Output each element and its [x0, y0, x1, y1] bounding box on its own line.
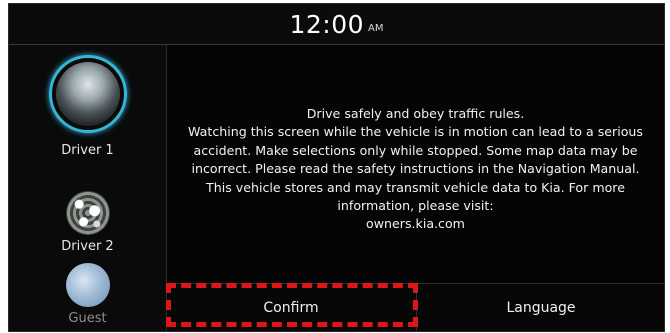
profile-label: Guest [68, 311, 107, 326]
message-line: incorrect. Please read the safety instru… [191, 161, 640, 177]
confirm-button[interactable]: Confirm [167, 284, 415, 331]
clock-ampm: AM [368, 22, 384, 34]
message-link: owners.kia.com [366, 216, 465, 232]
message-line: Drive safely and obey traffic rules. [306, 106, 525, 121]
avatar-driver-2 [65, 191, 110, 235]
profile-driver-1[interactable]: Driver 1 [9, 55, 166, 158]
active-profile-ring [48, 55, 127, 133]
message-line: information, please visit: [337, 198, 494, 214]
action-bar: Confirm Language [167, 283, 664, 331]
message-line: accident. Make selections only while sto… [193, 142, 638, 158]
profile-sidebar: Driver 1 Driver 2 Guest [9, 45, 167, 331]
infotainment-screen: 12:00 AM Driver 1 Driver 2 Guest Drive s… [8, 3, 665, 332]
profile-driver-2[interactable]: Driver 2 [9, 191, 166, 254]
message-line: This vehicle stores and may transmit veh… [206, 179, 625, 195]
message-line: Watching this screen while the vehicle i… [188, 124, 643, 140]
safety-message: Drive safely and obey traffic rules. Wat… [167, 105, 664, 234]
profile-guest[interactable]: Guest [9, 263, 166, 326]
clock-time: 12:00 [289, 9, 365, 39]
main-content: Drive safely and obey traffic rules. Wat… [167, 45, 664, 331]
profile-label: Driver 1 [61, 143, 114, 158]
profile-label: Driver 2 [61, 239, 114, 254]
language-button[interactable]: Language [416, 284, 664, 331]
avatar-driver-1 [55, 62, 120, 126]
avatar-guest [65, 263, 110, 307]
status-bar: 12:00 AM [9, 4, 664, 45]
